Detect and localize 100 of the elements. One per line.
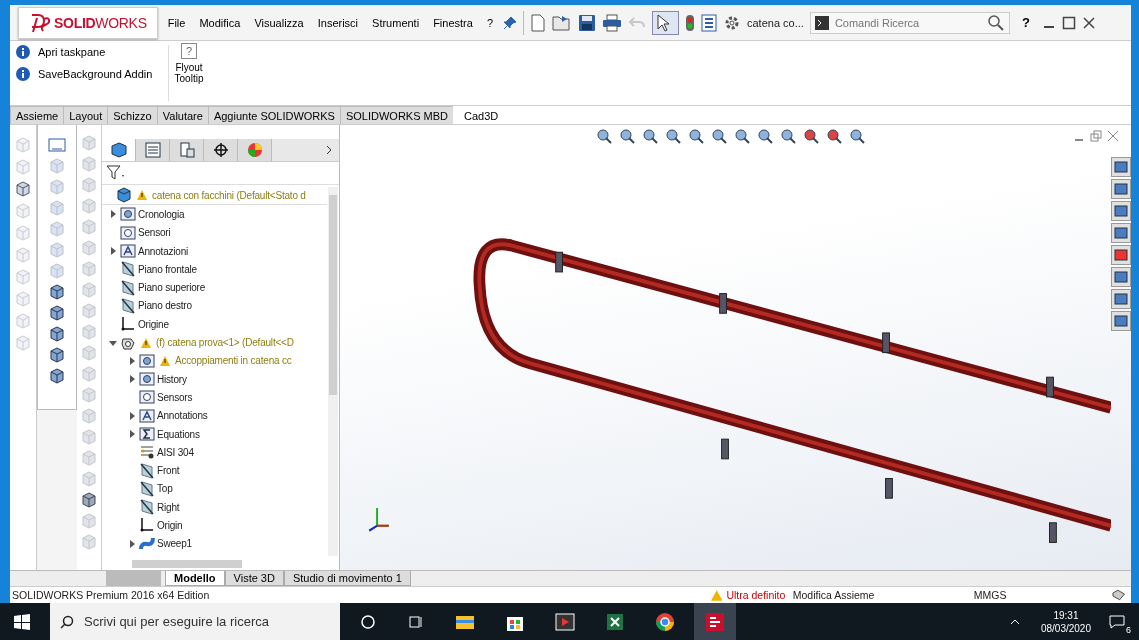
menu-item[interactable]: ? — [482, 16, 497, 29]
tree-item[interactable]: (f) catena prova<1> (Default<<D — [156, 337, 294, 348]
model-tab[interactable]: Modello — [165, 571, 225, 586]
view-tool-icon[interactable] — [641, 127, 659, 145]
model-tab[interactable]: Viste 3D — [224, 571, 284, 586]
task-pane-tab[interactable] — [1111, 201, 1131, 221]
view-tool-icon[interactable] — [802, 127, 820, 145]
help-button[interactable]: ? — [1015, 15, 1036, 30]
task-pane-tab[interactable] — [1111, 289, 1131, 309]
tree-item[interactable]: Front — [157, 465, 180, 477]
collapse-arrow-icon[interactable] — [109, 338, 117, 347]
panel-tab[interactable] — [102, 139, 136, 161]
clock-date[interactable]: 08/03/2020 — [1040, 622, 1091, 634]
pin-icon[interactable] — [503, 15, 517, 30]
expand-arrow-icon[interactable] — [109, 247, 117, 256]
view-tool-icon[interactable] — [618, 127, 636, 145]
traffic-light-icon[interactable] — [685, 13, 695, 32]
tree-item[interactable]: Cronologia — [138, 208, 185, 220]
new-document-icon[interactable] — [530, 13, 546, 32]
tree-item[interactable]: Piano frontale — [138, 263, 197, 275]
ribbon-tab[interactable]: SOLIDWORKS MBD — [339, 106, 455, 124]
filter-icon[interactable] — [106, 165, 126, 181]
list-icon[interactable] — [701, 13, 717, 32]
view-tool-icon[interactable] — [733, 127, 751, 145]
view-tool-icon[interactable] — [756, 127, 774, 145]
close-icon[interactable] — [1081, 15, 1096, 30]
tree-item[interactable]: Origin — [157, 520, 183, 531]
browser-icon — [654, 610, 676, 633]
menu-item[interactable]: Visualizza — [250, 16, 308, 29]
task-pane-tab[interactable] — [1111, 311, 1131, 331]
tree-item[interactable]: Equations — [157, 428, 200, 440]
view-tool-icon[interactable] — [687, 127, 705, 145]
panel-icon — [1114, 160, 1128, 174]
tree-item[interactable]: Accoppiamenti in catena cc — [175, 355, 292, 367]
task-pane-tab[interactable] — [1111, 157, 1131, 177]
open-folder-icon[interactable] — [552, 13, 572, 32]
tree-item[interactable]: Sensori — [138, 227, 171, 239]
tree-item[interactable]: History — [157, 373, 187, 385]
equation-folder-icon — [139, 426, 155, 442]
search-field[interactable]: Comandi Ricerca — [809, 11, 1010, 34]
tree-item[interactable]: Sensors — [157, 391, 193, 403]
expand-arrow-icon[interactable] — [128, 430, 136, 438]
ribbon-tab[interactable]: Schizzo — [107, 106, 158, 124]
tree-item[interactable]: Piano destro — [138, 300, 192, 312]
maximize-icon[interactable] — [1061, 15, 1076, 30]
scrollbar[interactable] — [132, 560, 242, 568]
menu-item[interactable]: Finestra — [429, 16, 477, 29]
tree-item[interactable]: Right — [157, 501, 180, 513]
save-icon[interactable] — [578, 13, 596, 32]
ribbon-button[interactable]: SaveBackground Addin — [16, 67, 156, 81]
view-tool-icon[interactable] — [710, 127, 728, 145]
flyout-tooltip-button[interactable]: ? Flyout Tooltip — [169, 41, 209, 105]
cortana-icon[interactable] — [360, 613, 376, 630]
ribbon-tab[interactable]: Valutare — [156, 106, 209, 124]
material-icon — [139, 444, 155, 461]
task-pane-tab[interactable] — [1111, 179, 1131, 199]
panel-icon — [1114, 182, 1128, 196]
menu-item[interactable]: File — [163, 16, 190, 29]
tag-icon[interactable] — [1111, 589, 1125, 601]
expand-arrow-icon[interactable] — [109, 210, 117, 219]
print-icon[interactable] — [602, 13, 622, 32]
task-pane-tab[interactable] — [1111, 223, 1131, 243]
task-pane-tab[interactable] — [1111, 245, 1131, 265]
view-tool-icon[interactable] — [779, 127, 797, 145]
task-pane-tab[interactable] — [1111, 267, 1131, 287]
tree-item[interactable]: Origine — [138, 318, 169, 330]
select-button[interactable] — [652, 10, 679, 35]
tree-item[interactable]: Annotazioni — [138, 245, 189, 257]
clock-time[interactable]: 19:31 — [1053, 609, 1079, 621]
panel-icon — [1114, 292, 1128, 306]
tree-item[interactable]: Piano superiore — [138, 282, 206, 294]
expand-arrow-icon[interactable] — [128, 411, 136, 420]
expand-arrow-icon[interactable] — [128, 375, 136, 384]
scrollbar[interactable] — [329, 195, 337, 395]
tree-item[interactable]: catena con facchini (Default<Stato d — [152, 189, 306, 201]
windows-start-icon[interactable] — [14, 613, 30, 630]
expand-arrow-icon[interactable] — [128, 356, 136, 365]
model-tab[interactable]: Studio di movimento 1 — [283, 571, 411, 586]
panel-icon — [1114, 270, 1128, 284]
ribbon-tab[interactable]: Layout — [63, 106, 109, 124]
tree-item[interactable]: Sweep1 — [157, 538, 192, 550]
menu-item[interactable]: Modifica — [195, 16, 245, 29]
ribbon-button[interactable]: Apri taskpane — [16, 45, 156, 59]
ribbon-tab[interactable]: Aggiunte SOLIDWORKS — [207, 106, 341, 124]
panel-tab[interactable] — [204, 139, 238, 161]
ribbon-tab[interactable]: Assieme — [10, 106, 65, 124]
tree-item[interactable]: Top — [157, 483, 173, 495]
tree-item[interactable]: Annotations — [157, 410, 208, 422]
taskbar-app[interactable] — [694, 603, 736, 640]
view-tool-icon[interactable] — [595, 127, 613, 145]
units-text[interactable]: MMGS — [932, 589, 1048, 601]
view-tool-icon[interactable] — [664, 127, 682, 145]
task-view-icon[interactable] — [408, 613, 424, 630]
expand-arrow-icon[interactable] — [128, 539, 136, 548]
search-field[interactable]: Scrivi qui per eseguire la ricerca — [50, 603, 340, 640]
view-tool-icon[interactable] — [848, 127, 866, 145]
tree-item[interactable]: AISI 304 — [157, 446, 194, 458]
menu-item[interactable]: Inserisci — [313, 16, 363, 29]
view-tool-icon[interactable] — [825, 127, 843, 145]
menu-item[interactable]: Strumenti — [368, 16, 424, 29]
